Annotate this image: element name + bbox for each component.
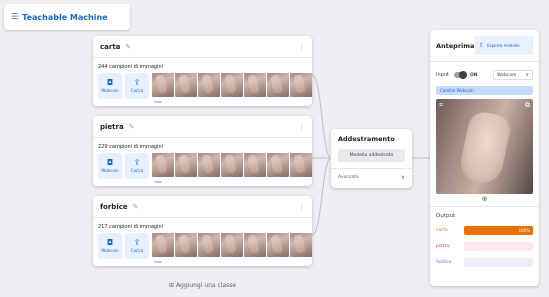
sample-thumbnail[interactable] <box>198 233 220 257</box>
training-panel: Addestramento Modello addestrato Avanzat… <box>331 129 412 188</box>
sample-count: 217 campioni di immagini <box>98 224 164 230</box>
advanced-toggle[interactable]: Avanzate ∨ <box>331 168 412 181</box>
webcam-preview: ⌗ ⧉ <box>436 99 533 194</box>
input-label: Input <box>436 72 449 78</box>
confidence-bar <box>464 257 533 267</box>
sample-thumbnail[interactable] <box>221 73 243 97</box>
upload-button[interactable]: ⇪ Carica <box>125 73 149 99</box>
sample-thumbnail[interactable] <box>175 73 197 97</box>
output-row-forbice: forbice <box>436 257 533 267</box>
camera-icon: ◘ <box>106 78 114 87</box>
sample-thumbnail[interactable] <box>244 153 266 177</box>
preview-panel: Anteprima ⇧ Esporta modello Input ON Web… <box>430 30 539 286</box>
pencil-icon[interactable]: ✎ <box>133 203 139 211</box>
switch-webcam-button[interactable]: Cambia Webcam <box>436 86 533 95</box>
class-card-carta: carta ✎ ⋮ 244 campioni di immagini ◘ Web… <box>93 36 312 106</box>
add-box-icon: ⊞ <box>168 282 174 289</box>
sample-thumbnails <box>152 233 312 257</box>
class-name[interactable]: carta <box>100 43 120 51</box>
add-class-button[interactable]: ⊞ Aggiungi una classe <box>93 282 312 289</box>
output-class-name: carta <box>436 227 448 233</box>
class-name[interactable]: forbice <box>100 203 128 211</box>
train-model-button[interactable]: Modello addestrato <box>338 149 405 162</box>
sample-thumbnail[interactable] <box>175 153 197 177</box>
sample-thumbnail[interactable] <box>267 73 289 97</box>
confidence-bar: 100% <box>464 225 533 235</box>
upload-icon: ⇪ <box>133 158 141 167</box>
more-options-icon[interactable]: ⋮ <box>298 123 305 131</box>
pencil-icon[interactable]: ✎ <box>129 123 135 131</box>
sample-thumbnail[interactable] <box>152 73 174 97</box>
sample-thumbnail[interactable] <box>267 153 289 177</box>
class-name[interactable]: pietra <box>100 123 124 131</box>
more-options-icon[interactable]: ⋮ <box>298 43 305 51</box>
sample-thumbnails <box>152 73 312 97</box>
camera-icon: ◘ <box>106 158 114 167</box>
export-model-button[interactable]: ⇧ Esporta modello <box>475 36 533 55</box>
crop-icon[interactable]: ⌗ <box>439 102 443 109</box>
sample-thumbnail[interactable] <box>221 233 243 257</box>
flip-icon[interactable]: ⧉ <box>525 102 530 109</box>
input-toggle[interactable] <box>453 71 467 79</box>
upload-button[interactable]: ⇪ Carica <box>125 153 149 179</box>
sample-thumbnail[interactable] <box>290 153 312 177</box>
toggle-state: ON <box>469 72 478 78</box>
sample-thumbnail[interactable] <box>244 233 266 257</box>
output-list: carta 100% pietra forbice <box>430 225 539 267</box>
webcam-button[interactable]: ◘ Webcam <box>98 73 122 99</box>
sample-thumbnail[interactable] <box>290 73 312 97</box>
sample-thumbnail[interactable] <box>198 73 220 97</box>
sample-count: 229 campioni di immagini <box>98 144 164 150</box>
output-class-name: pietra <box>436 243 450 249</box>
sample-thumbnail[interactable] <box>175 233 197 257</box>
sample-thumbnail[interactable] <box>152 233 174 257</box>
class-card-forbice: forbice ✎ ⋮ 217 campioni di immagini ◘ W… <box>93 196 312 266</box>
webcam-button[interactable]: ◘ Webcam <box>98 153 122 179</box>
output-row-carta: carta 100% <box>436 225 533 235</box>
upload-button[interactable]: ⇪ Carica <box>125 233 149 259</box>
sample-thumbnail[interactable] <box>152 153 174 177</box>
chevron-down-icon: ∨ <box>525 72 529 78</box>
sample-thumbnail[interactable] <box>267 233 289 257</box>
output-row-pietra: pietra <box>436 241 533 251</box>
export-icon: ⇧ <box>479 42 485 49</box>
input-source-select[interactable]: Webcam ∨ <box>493 70 533 80</box>
sample-thumbnail[interactable] <box>244 73 266 97</box>
confidence-value: 100% <box>518 227 530 233</box>
camera-icon: ◘ <box>106 238 114 247</box>
hand-image <box>457 109 513 187</box>
drag-handle-icon[interactable]: ⊕ <box>430 196 539 203</box>
pencil-icon[interactable]: ✎ <box>125 43 131 51</box>
webcam-button[interactable]: ◘ Webcam <box>98 233 122 259</box>
confidence-bar <box>464 241 533 251</box>
sample-thumbnail[interactable] <box>198 153 220 177</box>
training-title: Addestramento <box>338 135 395 143</box>
sample-thumbnails <box>152 153 312 177</box>
sample-thumbnail[interactable] <box>221 153 243 177</box>
class-card-pietra: pietra ✎ ⋮ 229 campioni di immagini ◘ We… <box>93 116 312 186</box>
sample-thumbnail[interactable] <box>290 233 312 257</box>
preview-title: Anteprima <box>436 41 475 50</box>
output-label: Output <box>430 206 539 219</box>
output-class-name: forbice <box>436 259 452 265</box>
more-options-icon[interactable]: ⋮ <box>298 203 305 211</box>
chevron-down-icon: ∨ <box>400 174 405 181</box>
upload-icon: ⇪ <box>133 78 141 87</box>
sample-count: 244 campioni di immagini <box>98 64 164 70</box>
upload-icon: ⇪ <box>133 238 141 247</box>
